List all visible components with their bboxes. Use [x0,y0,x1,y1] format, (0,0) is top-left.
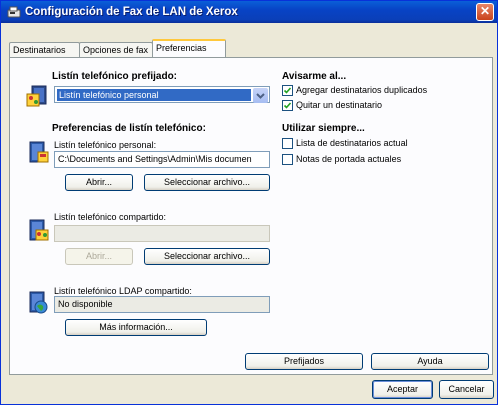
duplicate-recipients-label[interactable]: Agregar destinatarios duplicados [296,85,427,95]
close-icon: ✕ [479,4,491,18]
select-personal-file-button[interactable]: Seleccionar archivo... [144,174,270,191]
close-button[interactable]: ✕ [476,3,494,21]
more-info-button[interactable]: Más información... [65,319,207,336]
ldap-status-field: No disponible [54,296,270,313]
help-button[interactable]: Ayuda [371,353,489,370]
ok-button[interactable]: Aceptar [372,380,433,399]
default-phonebook-select[interactable]: Listín telefónico personal [54,86,270,103]
fax-config-window: Configuración de Fax de LAN de Xerox ✕ D… [0,0,498,405]
checkmark-icon [283,87,292,94]
remove-recipient-label[interactable]: Quitar un destinatario [296,100,382,110]
shared-book-icon [29,219,49,241]
select-shared-file-button[interactable]: Seleccionar archivo... [144,248,270,265]
default-phonebook-heading: Listín telefónico prefijado: [52,71,178,82]
preferences-panel: Listín telefónico prefijado: Listín tele… [9,57,493,375]
personal-book-icon [29,141,49,163]
always-use-heading: Utilizar siempre... [282,123,365,134]
fax-icon [7,6,21,18]
shared-phonebook-path[interactable] [54,225,270,242]
remove-recipient-checkbox[interactable] [282,100,293,111]
tab-strip: Destinatarios del fax Opciones de fax Pr… [9,39,226,69]
checkmark-icon [283,102,292,109]
title-bar[interactable]: Configuración de Fax de LAN de Xerox ✕ [1,1,497,23]
shared-phonebook-label: Listín telefónico compartido: [54,212,167,222]
current-cover-notes-label[interactable]: Notas de portada actuales [296,154,401,164]
chevron-down-icon[interactable] [253,88,268,103]
current-cover-notes-checkbox[interactable] [282,154,293,165]
tab-recipients[interactable]: Destinatarios del fax [9,42,80,69]
ldap-phonebook-label: Listín telefónico LDAP compartido: [54,286,192,296]
notify-heading: Avisarme al... [282,71,347,82]
tab-preferences[interactable]: Preferencias [152,39,226,57]
open-shared-button[interactable]: Abrir... [65,248,133,265]
open-personal-button[interactable]: Abrir... [65,174,133,191]
cancel-button[interactable]: Cancelar [439,380,494,399]
window-title: Configuración de Fax de LAN de Xerox [25,6,238,18]
tab-fax-options[interactable]: Opciones de fax [79,42,153,57]
phonebook-icon [26,85,47,107]
duplicate-recipients-checkbox[interactable] [282,85,293,96]
defaults-button[interactable]: Prefijados [245,353,363,370]
current-recipient-list-checkbox[interactable] [282,138,293,149]
ldap-globe-icon [29,291,48,314]
personal-phonebook-path[interactable]: C:\Documents and Settings\Admin\Mis docu… [54,151,270,168]
default-phonebook-value: Listín telefónico personal [57,89,251,101]
phonebook-prefs-heading: Preferencias de listín telefónico: [52,123,206,134]
personal-phonebook-label: Listín telefónico personal: [54,140,157,150]
current-recipient-list-label[interactable]: Lista de destinatarios actual [296,138,408,148]
